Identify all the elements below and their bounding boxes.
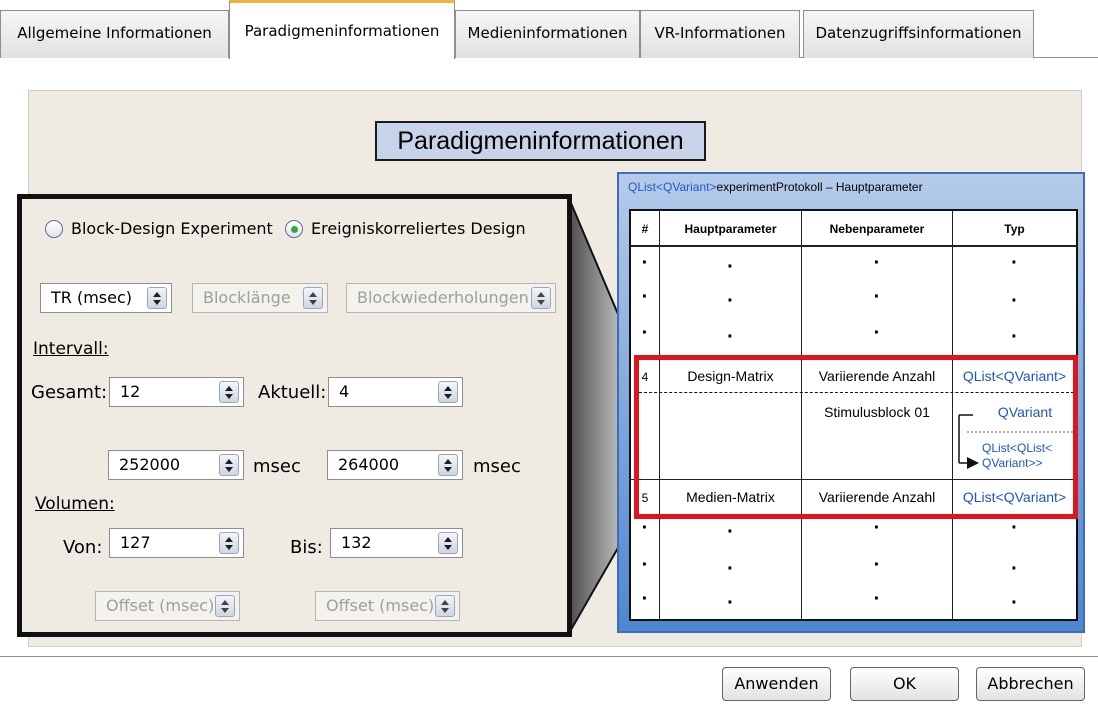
ellipsis-dot: ·	[873, 517, 881, 539]
volume-from-spin-icon[interactable]	[219, 532, 239, 554]
interval-to-msec-spinbox[interactable]: 264000	[327, 450, 463, 480]
interval-total-spinbox[interactable]: 12	[109, 377, 244, 407]
interval-heading: Intervall:	[33, 339, 109, 359]
volume-offset-to-spin-icon[interactable]	[435, 595, 455, 617]
volume-offset-from-value: Offset (msec)	[106, 596, 215, 615]
highlight-frame	[634, 355, 1078, 519]
ellipsis-dot: ·	[727, 326, 734, 348]
volume-offset-to-spinbox[interactable]: Offset (msec)	[315, 591, 460, 621]
volume-to-spin-icon[interactable]	[438, 532, 458, 554]
interval-to-unit: msec	[473, 456, 521, 477]
block-length-select[interactable]: Blocklänge	[192, 283, 328, 313]
ellipsis-dot: ·	[1011, 558, 1018, 580]
ellipsis-dot: ·	[1011, 517, 1018, 539]
ellipsis-dot: ·	[1011, 290, 1018, 312]
column-header-type: Typ	[1004, 222, 1025, 236]
footer-divider	[0, 656, 1098, 657]
interval-from-unit: msec	[253, 456, 301, 477]
tr-select-spin-icon[interactable]	[147, 287, 167, 309]
ellipsis-dot: ·	[727, 521, 734, 543]
ellipsis-dot: ·	[727, 290, 734, 312]
tr-select[interactable]: TR (msec)	[40, 283, 172, 313]
tr-select-value: TR (msec)	[51, 288, 133, 307]
ellipsis-dot: ·	[727, 592, 734, 614]
ellipsis-dot: ·	[1011, 326, 1018, 348]
interval-total-label: Gesamt:	[31, 382, 108, 403]
block-repeats-spin-icon[interactable]	[531, 287, 551, 309]
volume-offset-from-spinbox[interactable]: Offset (msec)	[95, 591, 240, 621]
ellipsis-dot: ·	[873, 588, 881, 610]
protocol-header: QList<QVariant>experimentProtokoll – Hau…	[628, 180, 923, 194]
radio-event-related-design-label: Ereigniskorreliertes Design	[311, 219, 526, 238]
volume-heading: Volumen:	[35, 494, 115, 514]
protocol-header-text: experimentProtokoll – Hauptparameter	[716, 180, 923, 194]
volume-from-value: 127	[120, 533, 151, 552]
ellipsis-dot: ·	[641, 252, 649, 274]
interval-total-value: 12	[120, 382, 141, 401]
volume-from-label: Von:	[63, 537, 103, 558]
block-repeats-select[interactable]: Blockwiederholungen	[346, 283, 556, 313]
radio-event-related-design-indicator	[285, 219, 303, 238]
ellipsis-dot: ·	[727, 256, 734, 278]
volume-to-label: Bis:	[290, 537, 323, 558]
interval-from-msec-spin-icon[interactable]	[219, 454, 239, 476]
ellipsis-dot: ·	[727, 558, 734, 580]
volume-to-value: 132	[341, 533, 372, 552]
ellipsis-dot: ·	[641, 554, 649, 576]
radio-block-design-label: Block-Design Experiment	[71, 219, 273, 238]
block-length-select-value: Blocklänge	[203, 288, 291, 307]
cancel-button[interactable]: Abbrechen	[976, 667, 1085, 701]
radio-block-design[interactable]: Block-Design Experiment	[45, 219, 273, 238]
interval-current-spinbox[interactable]: 4	[328, 377, 463, 407]
protocol-header-type: QList<QVariant>	[628, 180, 717, 194]
ellipsis-dot: ·	[641, 286, 649, 308]
block-repeats-select-value: Blockwiederholungen	[357, 288, 529, 307]
radio-event-related-design[interactable]: Ereigniskorreliertes Design	[285, 219, 526, 238]
column-header-number: #	[641, 222, 649, 236]
interval-from-msec-value: 252000	[119, 455, 181, 474]
table-header-divider	[631, 245, 1076, 247]
interval-current-spin-icon[interactable]	[438, 381, 458, 403]
volume-from-spinbox[interactable]: 127	[109, 528, 244, 558]
volume-to-spinbox[interactable]: 132	[330, 528, 463, 558]
volume-offset-from-spin-icon[interactable]	[215, 595, 235, 617]
interval-total-spin-icon[interactable]	[219, 381, 239, 403]
ellipsis-dot: ·	[873, 286, 881, 308]
ellipsis-dot: ·	[641, 322, 649, 344]
ellipsis-dot: ·	[641, 588, 649, 610]
settings-panel	[17, 194, 572, 637]
apply-button[interactable]: Anwenden	[722, 667, 831, 701]
ellipsis-dot: ·	[873, 252, 881, 274]
interval-from-msec-spinbox[interactable]: 252000	[108, 450, 244, 480]
radio-block-design-indicator	[45, 219, 63, 238]
tab-paradigm-info-label: Paradigmeninformationen	[244, 22, 440, 40]
ellipsis-dot: ·	[873, 322, 881, 344]
ellipsis-dot: ·	[873, 554, 881, 576]
block-length-spin-icon[interactable]	[303, 287, 323, 309]
column-header-sub-param: Nebenparameter	[829, 222, 925, 236]
tab-paradigm-info[interactable]: Paradigmeninformationen	[229, 0, 455, 59]
column-header-main-param: Hauptparameter	[684, 222, 777, 236]
ellipsis-dot: ·	[1011, 252, 1018, 274]
interval-current-label: Aktuell:	[258, 382, 327, 403]
interval-to-msec-value: 264000	[338, 455, 400, 474]
ellipsis-dot: ·	[1011, 592, 1018, 614]
volume-offset-to-value: Offset (msec)	[326, 596, 435, 615]
ok-button[interactable]: OK	[850, 667, 959, 701]
ellipsis-dot: ·	[641, 517, 649, 539]
interval-to-msec-spin-icon[interactable]	[438, 454, 458, 476]
interval-current-value: 4	[339, 382, 350, 401]
